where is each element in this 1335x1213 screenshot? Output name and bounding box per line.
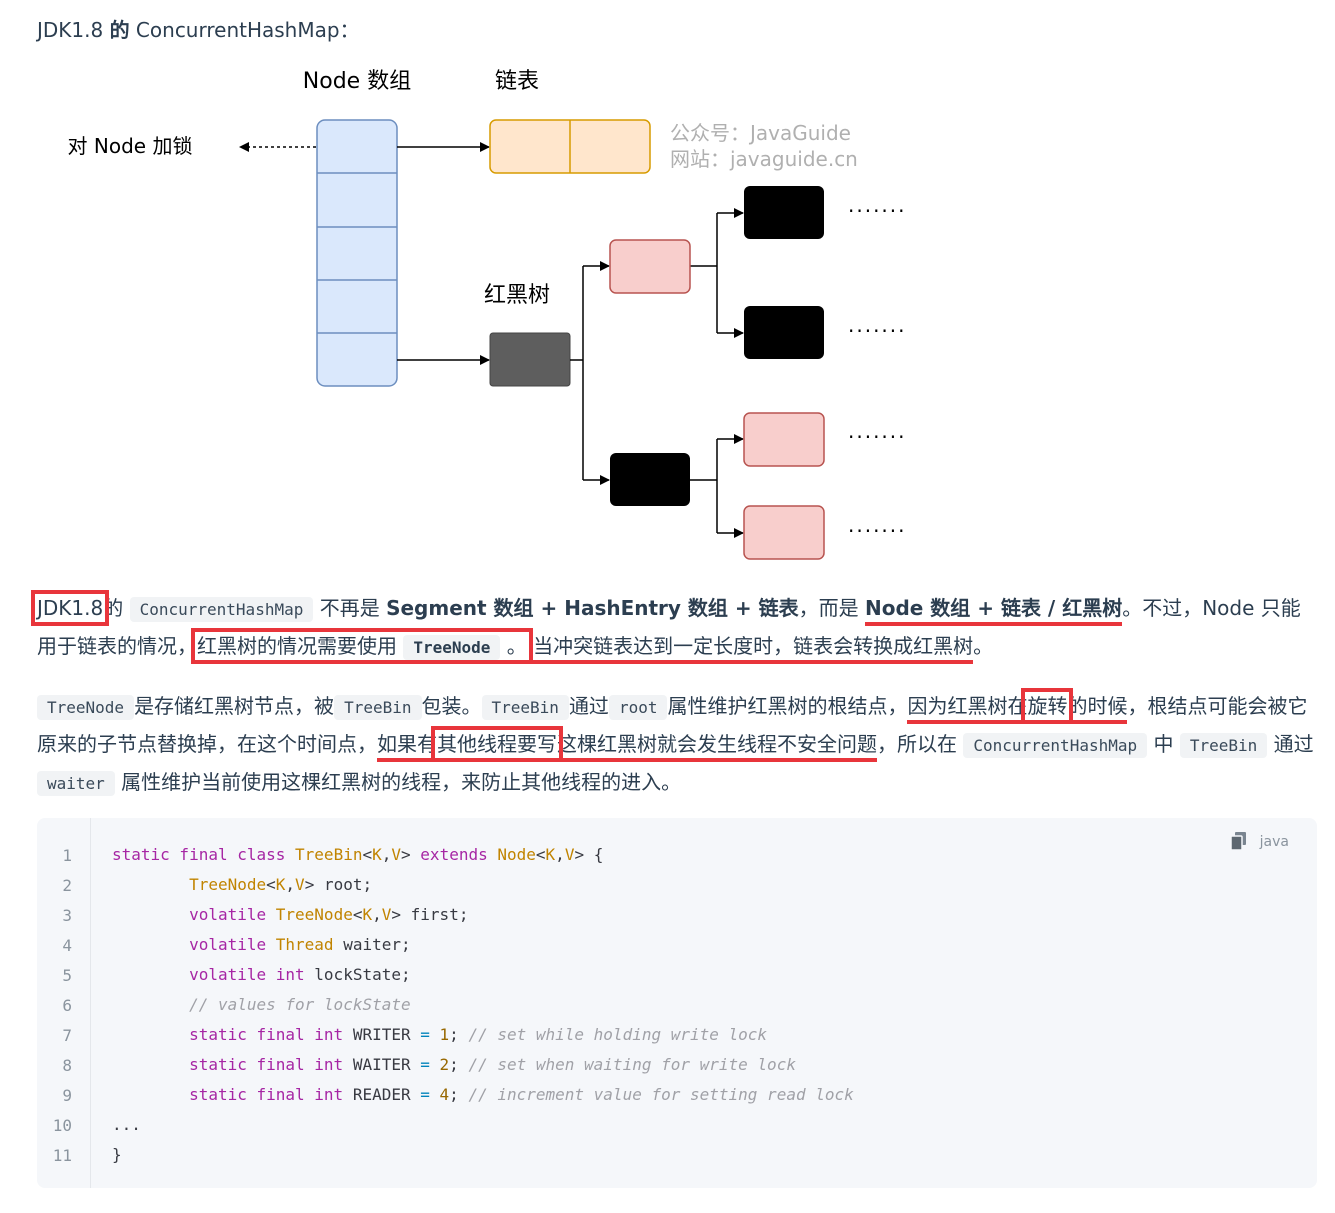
code-line: static final int READER = 4; // incremen…	[189, 1085, 854, 1104]
code-line: volatile Thread waiter;	[189, 935, 411, 954]
line-number: 3	[62, 906, 72, 925]
line-number: 4	[62, 936, 72, 955]
tree-root-node	[489, 332, 571, 387]
para1-text-9: 。	[973, 634, 994, 658]
code-line: volatile int lockState;	[189, 965, 411, 984]
line-number: 8	[62, 1056, 72, 1075]
tree-red-leaf-2	[743, 505, 825, 560]
para2-text-1: 是存储红黑树节点，被	[134, 694, 335, 718]
line-number: 9	[62, 1086, 72, 1105]
paragraph-2: TreeNode 是存储红黑树节点，被 TreeBin 包装。 TreeBin 通过 roo…	[37, 688, 1319, 802]
copy-icon[interactable]	[1231, 832, 1247, 850]
inline-code-treenode: TreeNode	[403, 635, 501, 660]
lock-label: 对 Node 加锁	[68, 134, 193, 158]
para2-text-11: 属性维护当前使用这棵红黑树的线程，来防止其他线程的进入。	[121, 770, 682, 794]
para2-text-5c: 的时候	[1067, 694, 1128, 718]
tree-red-node	[609, 239, 691, 294]
other-thread-highlight: 其他线程要写	[431, 726, 563, 762]
line-number: 7	[62, 1026, 72, 1045]
inline-code-concurrenthashmap: ConcurrentHashMap	[129, 597, 314, 622]
ellipsis-1: ·······	[848, 199, 907, 223]
line-number: 1	[62, 846, 72, 865]
inline-code-treebin-3: TreeBin	[1179, 733, 1268, 758]
para1-text-2: 的	[103, 596, 124, 620]
tree-black-leaf-2	[744, 306, 824, 359]
code-line: TreeNode<K,V> root;	[189, 875, 373, 894]
concurrenthashmap-diagram: Node 数组 链表 对 Node 加锁 公众号：JavaGuide 网站：ja…	[68, 69, 907, 560]
code-lines: static final class TreeBin<K,V> extends …	[112, 840, 854, 1170]
para1-text-4: ，而是	[798, 596, 865, 620]
para2-text-8: ，所以在	[877, 732, 957, 756]
ellipsis-3: ·······	[848, 425, 907, 449]
node-array-label: Node 数组	[303, 69, 411, 94]
line-number-gutter: 1 2 3 4 5 6 7 8 9 10 11	[37, 818, 91, 1188]
heading-bold: 的	[109, 18, 130, 42]
rbtree-label: 红黑树	[484, 283, 550, 308]
code-line: static final class TreeBin<K,V> extends …	[112, 845, 604, 864]
inline-code-root: root	[608, 695, 668, 720]
para2-text-7a: 如果有	[377, 732, 437, 756]
inline-code-treebin: TreeBin	[334, 695, 422, 720]
linked-list-label: 链表	[495, 69, 539, 94]
rotation-highlight: 旋转	[1021, 688, 1074, 724]
code-line: // values for lockState	[189, 995, 411, 1014]
para1-bold-new-structure: Node 数组 + 链表 / 红黑树	[864, 596, 1123, 626]
inline-code-concurrenthashmap-2: ConcurrentHashMap	[963, 733, 1148, 758]
para1-text-6: 红黑树的情况需要使用	[197, 634, 397, 658]
para2-text-10: 通过	[1273, 732, 1314, 756]
para2-text-5a: 因为红黑树在	[907, 694, 1028, 718]
code-line: }	[112, 1145, 122, 1164]
line-number: 5	[62, 966, 72, 985]
para2-text-4: 属性维护红黑树的根结点，	[667, 694, 908, 718]
inline-code-waiter: waiter	[37, 771, 115, 796]
tree-red-leaf-1	[743, 412, 825, 467]
para2-text-3: 通过	[568, 694, 609, 718]
line-number: 2	[62, 876, 72, 895]
para2-underlined-unsafe: 如果有其他线程要写这棵红黑树就会发生线程不安全问题	[377, 726, 877, 762]
para1-text-7: 。	[506, 634, 527, 658]
heading-suffix: ConcurrentHashMap：	[129, 18, 360, 42]
watermark-site: 网站：javaguide.cn	[670, 147, 858, 171]
section-heading: JDK1.8 的 ConcurrentHashMap：	[37, 14, 360, 43]
linked-list-node	[489, 119, 651, 174]
code-language-label: java	[1259, 834, 1289, 850]
inline-code-treebin-2: TreeBin	[481, 695, 569, 720]
para2-text-2: 包装。	[421, 694, 482, 718]
line-number: 11	[52, 1146, 72, 1165]
code-line: static final int WRITER = 1; // set whil…	[189, 1025, 768, 1044]
para2-underlined-rotation: 因为红黑树在旋转的时候	[907, 688, 1128, 724]
para1-bold-old-structure: Segment 数组 + HashEntry 数组 + 链表	[386, 596, 799, 620]
heading-prefix: JDK1.8	[37, 18, 110, 42]
node-array	[316, 119, 398, 387]
inline-code-treenode-2: TreeNode	[37, 695, 135, 720]
para1-underlined-convert: 当冲突链表达到一定长度时，链表会转换成红黑树	[533, 634, 974, 664]
watermark-wechat: 公众号：JavaGuide	[670, 121, 851, 145]
para1-text-3: 不再是	[319, 596, 387, 620]
jdk18-highlight: JDK1.8	[30, 590, 110, 626]
code-line: ...	[112, 1115, 141, 1134]
ellipsis-4: ·······	[848, 519, 907, 543]
paragraph-1: JDK1.8的 ConcurrentHashMap 不再是 Segment 数组…	[30, 590, 1319, 666]
line-number: 6	[62, 996, 72, 1015]
tree-black-leaf-1	[744, 186, 824, 239]
code-block: 1 2 3 4 5 6 7 8 9 10 11 static final class TreeBin…	[37, 818, 1317, 1188]
para2-text-9: 中	[1153, 732, 1174, 756]
line-number: 10	[52, 1116, 72, 1135]
code-line: volatile TreeNode<K,V> first;	[189, 905, 469, 924]
tree-black-node	[610, 453, 690, 506]
ellipsis-2: ·······	[848, 319, 907, 343]
treenode-highlight: 红黑树的情况需要使用 TreeNode 。	[191, 628, 533, 664]
code-line: static final int WAITER = 2; // set when…	[189, 1055, 796, 1074]
para2-text-7c: 这棵红黑树就会发生线程不安全问题	[557, 732, 877, 756]
